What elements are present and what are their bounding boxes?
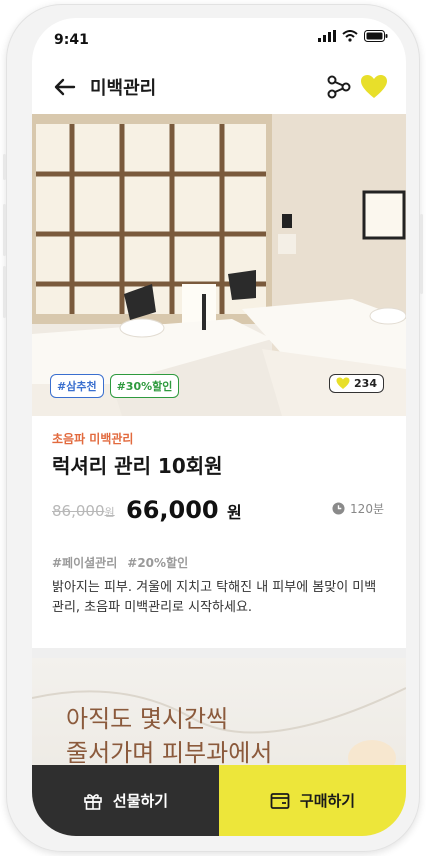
gift-button[interactable]: 선물하기 (32, 765, 219, 836)
buy-button[interactable]: 구매하기 (219, 765, 406, 836)
product-category: 초음파 미백관리 (52, 432, 134, 446)
clock-icon (332, 502, 345, 515)
product-name: 럭셔리 관리 10회원 (52, 454, 223, 478)
status-bar: 9:41 (32, 18, 406, 62)
page-title: 미백관리 (90, 78, 157, 99)
bottom-action-bar: 선물하기 구매하기 (32, 765, 406, 836)
spa-room-illustration (32, 114, 406, 416)
heart-icon (336, 377, 350, 389)
tag-recommend: #삼추천 (50, 374, 104, 398)
hashtag-item[interactable]: #페이셜관리 (52, 554, 117, 571)
product-description: 밝아지는 피부. 겨울에 지치고 탁해진 내 피부에 봄맞이 미백 관리, 초음… (52, 580, 377, 615)
buy-button-label: 구매하기 (299, 792, 356, 810)
product-info: 초음파 미백관리 럭셔리 관리 10회원 86,000원 66,000 원 12… (32, 416, 406, 648)
app-screen: 9:41 미백관리 #삼추천 #30%할인 234 초음파 미백관리 럭셔리 관… (32, 18, 406, 836)
mute-switch (3, 154, 6, 180)
original-price-unit: 원 (104, 506, 115, 519)
duration: 120분 (332, 500, 384, 517)
heart-icon[interactable] (360, 74, 388, 100)
gift-icon (84, 793, 102, 810)
wifi-icon (342, 30, 358, 42)
arrow-left-icon[interactable] (52, 74, 78, 100)
status-time: 9:41 (54, 32, 89, 48)
original-price-value: 86,000 (52, 502, 105, 520)
like-count: 234 (354, 377, 377, 390)
phone-frame: 9:41 미백관리 #삼추천 #30%할인 234 초음파 미백관리 럭셔리 관… (3, 4, 423, 852)
hero-image (32, 114, 406, 416)
gift-button-label: 선물하기 (112, 792, 169, 810)
promo-headline: 아직도 몇시간씩 줄서가며 피부과에서 (66, 702, 272, 770)
signal-icon (318, 30, 336, 42)
status-icons (318, 30, 388, 42)
sale-price-unit: 원 (226, 503, 242, 522)
wallet-icon (270, 792, 290, 809)
original-price: 86,000원 (52, 502, 115, 520)
sale-price-value: 66,000 (126, 496, 219, 524)
like-count-badge: 234 (329, 374, 384, 393)
volume-up-button (3, 204, 6, 256)
duration-text: 120분 (350, 502, 384, 516)
tag-discount: #30%할인 (109, 374, 180, 398)
sale-price: 66,000 원 (126, 496, 242, 524)
promo-line-1: 아직도 몇시간씩 (66, 705, 229, 733)
hero-tags: #삼추천 #30%할인 (50, 374, 180, 398)
hashtag-item[interactable]: #20%할인 (127, 554, 188, 571)
hashtag-list: #페이셜관리 #20%할인 (52, 554, 188, 571)
app-header: 미백관리 (32, 62, 406, 114)
volume-down-button (3, 266, 6, 318)
power-button (420, 214, 423, 294)
share-icon[interactable] (326, 74, 352, 100)
battery-icon (364, 30, 388, 42)
